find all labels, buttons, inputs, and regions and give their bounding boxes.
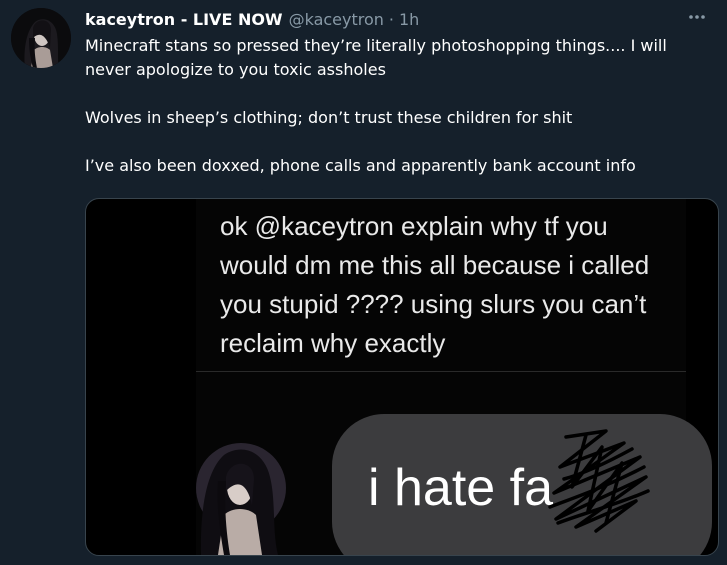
tweet-header: kaceytron - LIVE NOW @kaceytron · 1h <box>85 10 419 30</box>
author-name[interactable]: kaceytron - LIVE NOW <box>85 10 283 29</box>
separator-dot: · <box>388 10 394 29</box>
author-avatar[interactable] <box>11 8 71 68</box>
tweet-text: Minecraft stans so pressed they’re liter… <box>85 34 705 178</box>
more-horizontal-icon[interactable] <box>687 9 707 25</box>
tweet-paragraph: I’ve also been doxxed, phone calls and a… <box>85 156 636 175</box>
author-handle[interactable]: @kaceytron <box>289 10 384 29</box>
tweet-timestamp[interactable]: 1h <box>399 10 419 29</box>
tweet[interactable]: kaceytron - LIVE NOW @kaceytron · 1h Minecr… <box>0 0 727 565</box>
tweet-paragraph: Minecraft stans so pressed they’re liter… <box>85 36 667 79</box>
scribble-redaction <box>548 429 650 533</box>
screenshot-bubble-text: i hate fa <box>368 459 554 517</box>
screenshot-avatar <box>196 421 286 555</box>
tweet-media-image[interactable]: ok @kaceytron explain why tf you would d… <box>85 198 719 556</box>
tweet-paragraph: Wolves in sheep’s clothing; don’t trust … <box>85 108 573 127</box>
screenshot-content: ok @kaceytron explain why tf you would d… <box>196 199 712 555</box>
screenshot-divider <box>196 371 686 372</box>
screenshot-message-text: ok @kaceytron explain why tf you would d… <box>220 211 650 358</box>
